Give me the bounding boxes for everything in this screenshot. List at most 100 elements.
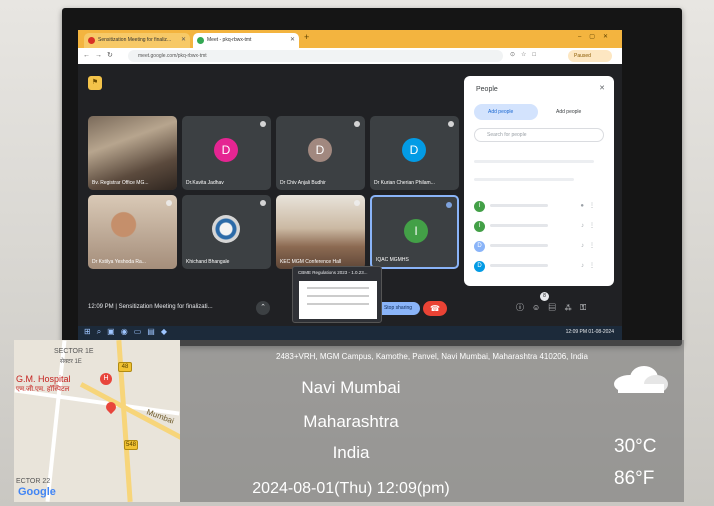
mic-off-icon <box>166 200 172 206</box>
google-logo: Google <box>18 486 56 498</box>
navigation-icons[interactable]: ←→↻ <box>83 51 118 59</box>
address-bar: ←→↻ meet.google.com/pkq-rbwx-tmt ⊙☆□ Pau… <box>78 48 622 64</box>
people-list-item[interactable]: I ●⋮ <box>474 200 604 214</box>
participant-name: Dr Chiv Anjali Budhir <box>280 180 326 186</box>
cloudy-icon <box>614 366 668 393</box>
stop-sharing-button[interactable]: Stop sharing <box>376 302 420 315</box>
participant-video <box>88 116 177 190</box>
meeting-side-icons[interactable]: ⓘ☺▤⁂⚿ <box>516 302 594 313</box>
participant-tile[interactable]: KEC MGM Conference Hall <box>276 195 365 269</box>
map-label-sector-local: सेक्टर 1E <box>60 359 82 365</box>
temperature-fahrenheit: 86°F <box>614 468 655 489</box>
avatar: D <box>474 261 485 272</box>
city-text: Navi Mumbai <box>301 378 401 397</box>
participant-tile[interactable]: D Dr Kurian Cherian Philam... <box>370 116 459 190</box>
participant-tile-active[interactable]: I IQAC MGMHS <box>370 195 459 269</box>
mic-off-icon <box>354 121 360 127</box>
participant-video <box>88 195 177 269</box>
mic-off-icon <box>354 200 360 206</box>
end-call-icon[interactable]: ☎ <box>423 301 447 316</box>
participant-logo <box>212 215 240 243</box>
state-text: Maharashtra <box>303 412 399 431</box>
person-name <box>490 264 548 267</box>
participant-avatar: I <box>404 219 428 243</box>
avatar: I <box>474 201 485 212</box>
person-name <box>490 204 548 207</box>
close-icon[interactable]: ✕ <box>599 84 605 92</box>
meet-activities-icon[interactable]: ⚑ <box>88 76 102 90</box>
person-controls-icon[interactable]: ♪⋮ <box>581 222 600 229</box>
taskbar-clock: 12:09 PM 01-08-2024 <box>565 329 614 335</box>
new-tab-icon[interactable]: + <box>304 32 309 42</box>
map-label-hospital: G.M. Hospital <box>16 374 71 384</box>
mic-off-icon <box>448 121 454 127</box>
participant-avatar: D <box>214 138 238 162</box>
window-controls[interactable]: –▢✕ <box>578 33 616 40</box>
add-people-button[interactable]: Add people <box>474 104 538 120</box>
add-people-secondary-button[interactable]: Add people <box>542 104 604 120</box>
toolbar-icons[interactable]: ⊙☆□ <box>510 51 542 58</box>
participant-name: KEC MGM Conference Hall <box>280 259 342 265</box>
url-input[interactable]: meet.google.com/pkq-rbwx-tmt <box>128 50 503 62</box>
route-badge: 548 <box>124 440 138 450</box>
person-controls-icon[interactable]: ●⋮ <box>580 202 600 209</box>
participant-avatar: D <box>308 138 332 162</box>
people-list-item[interactable]: D ♪⋮ <box>474 240 604 254</box>
location-map: SECTOR 1E सेक्टर 1E G.M. Hospital एम.जी.… <box>14 340 180 502</box>
participant-name: Dr Kurian Cherian Philam... <box>374 180 435 186</box>
datetime-text: 2024-08-01(Thu) 12:09(pm) <box>252 480 450 497</box>
participant-video <box>276 195 365 269</box>
close-tab-icon[interactable]: ✕ <box>181 33 186 48</box>
person-controls-icon[interactable]: ♪⋮ <box>581 242 600 249</box>
tab-sensitization-meeting[interactable]: Sensitization Meeting for finaliz... ✕ <box>84 33 190 48</box>
participant-name: IQAC MGMHS <box>376 257 409 263</box>
share-preview-document <box>299 281 377 319</box>
people-list-item[interactable]: D ♪⋮ <box>474 260 604 274</box>
map-label-hospital-local: एम.जी.एम. हॉस्पिटल <box>16 386 70 393</box>
tab-bar: Sensitization Meeting for finaliz... ✕ M… <box>78 30 622 48</box>
chevron-up-icon[interactable]: ⌃ <box>256 301 270 315</box>
hospital-icon: H <box>100 373 112 385</box>
person-controls-icon[interactable]: ♪⋮ <box>581 262 600 269</box>
tab-label: Sensitization Meeting for finaliz... <box>98 37 172 43</box>
people-list-item[interactable]: I ♪⋮ <box>474 220 604 234</box>
calendar-favicon-icon <box>88 37 95 44</box>
participant-name: Khichand Bhangale <box>186 259 230 265</box>
route-badge: 48 <box>118 362 132 372</box>
participant-tile[interactable]: D Dr.Kavita Jadhav <box>182 116 271 190</box>
people-panel-title: People <box>476 86 498 93</box>
person-name <box>490 224 548 227</box>
profile-button[interactable]: Paused <box>568 50 612 62</box>
participant-avatar: D <box>402 138 426 162</box>
gps-info-panel: 2483+VRH, MGM Campus, Kamothe, Panvel, N… <box>180 340 684 502</box>
speaking-icon <box>446 202 452 208</box>
participant-count-badge: 8 <box>540 292 549 301</box>
tab-meet[interactable]: Meet - pkq-rbwx-tmt ✕ <box>193 33 299 48</box>
participant-name: Dr.Kavita Jadhav <box>186 180 224 186</box>
participant-tile[interactable]: Khichand Bhangale <box>182 195 271 269</box>
avatar: D <box>474 241 485 252</box>
people-panel: People ✕ Add people Add people Search fo… <box>464 76 614 286</box>
avatar: I <box>474 221 485 232</box>
map-label-sector-bottom: ECTOR 22 <box>16 478 51 485</box>
close-tab-icon[interactable]: ✕ <box>290 33 295 48</box>
participant-tile[interactable]: D Dr Chiv Anjali Budhir <box>276 116 365 190</box>
section-header <box>474 178 574 181</box>
participant-tile[interactable]: Bv. Registrar Office MG... <box>88 116 177 190</box>
section-header <box>474 160 594 163</box>
meeting-time-title: 12:09 PM | Sensitization Meeting for fin… <box>88 304 213 310</box>
mic-off-icon <box>260 121 266 127</box>
search-people-input[interactable]: Search for people <box>474 128 604 142</box>
temperature-celsius: 30°C <box>614 436 657 457</box>
participant-tile[interactable]: Dr Kstilya Yeshoda Ra... <box>88 195 177 269</box>
country-text: India <box>332 443 370 462</box>
participant-name: Bv. Registrar Office MG... <box>92 180 149 186</box>
participant-name: Dr Kstilya Yeshoda Ra... <box>92 259 146 265</box>
taskbar-app-icons[interactable]: ⊞⌕▣◉▭▤◆ <box>84 327 173 337</box>
share-preview-title: CBME Regulations 2023 - 1.0.23... <box>298 270 368 275</box>
person-name <box>490 244 548 247</box>
mic-off-icon <box>260 200 266 206</box>
windows-taskbar: ⊞⌕▣◉▭▤◆ 12:09 PM 01-08-2024 <box>78 326 622 340</box>
meet-favicon-icon <box>197 37 204 44</box>
screen-share-preview[interactable]: CBME Regulations 2023 - 1.0.23... <box>292 266 382 323</box>
